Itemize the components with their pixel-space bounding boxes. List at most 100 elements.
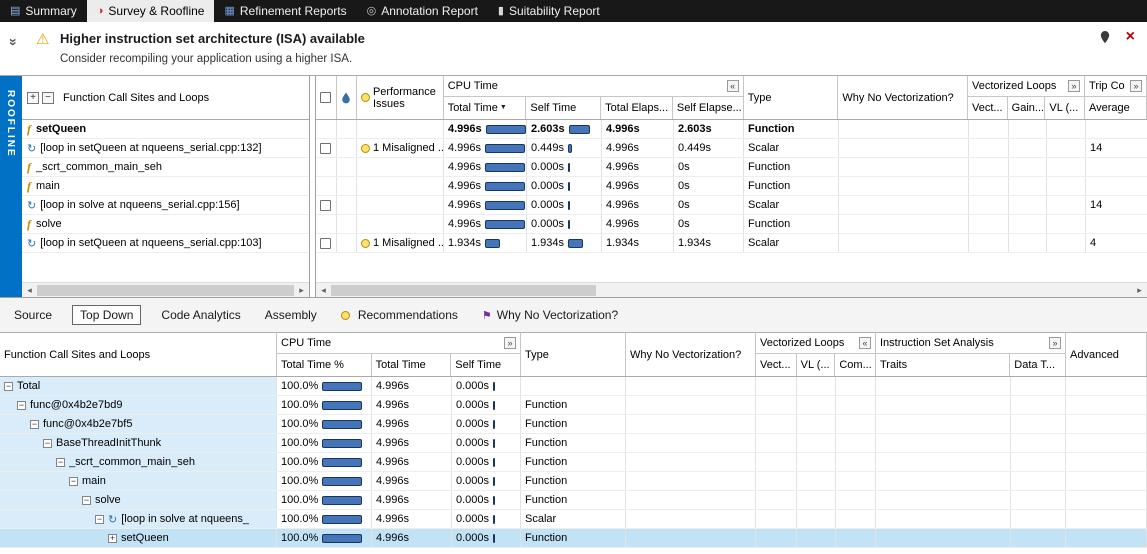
total-time-column-header[interactable]: Total Time	[372, 354, 452, 376]
gain-column-header[interactable]: Gain...	[1008, 97, 1046, 119]
instruction-set-analysis-group-header[interactable]: Instruction Set Analysis »	[876, 333, 1065, 354]
tree-expander[interactable]: −	[43, 439, 52, 448]
tab-top-down[interactable]: Top Down	[72, 305, 141, 325]
scroll-right-arrow[interactable]: ▸	[1132, 283, 1147, 297]
total-elapsed-column-header[interactable]: Total Elaps...	[601, 97, 673, 119]
tab-recommendations[interactable]: Recommendations	[337, 305, 462, 325]
tree-expander[interactable]: −	[30, 420, 39, 429]
cpu-time-group-header[interactable]: CPU Time »	[277, 333, 520, 354]
survey-data-row[interactable]: 4.996s0.000s4.996s0sScalar14	[316, 196, 1147, 215]
droplet-column-header[interactable]	[337, 76, 357, 119]
self-time-column-header[interactable]: Self Time	[451, 354, 520, 376]
topdown-row[interactable]: −func@0x4b2e7bf5100.0%4.996s0.000sFuncti…	[0, 415, 1147, 434]
survey-tree-row[interactable]: f_scrt_common_main_seh	[22, 158, 309, 177]
performance-issues-column-header[interactable]: Performance Issues	[357, 76, 444, 119]
collapse-columns-icon[interactable]: «	[859, 337, 871, 349]
survey-data-row[interactable]: 4.996s0.000s4.996s0sFunction	[316, 177, 1147, 196]
expand-columns-icon[interactable]: »	[1049, 337, 1061, 349]
survey-data-row[interactable]: 1 Misaligned ...1.934s1.934s1.934s1.934s…	[316, 234, 1147, 253]
expand-columns-icon[interactable]: »	[504, 337, 516, 349]
topdown-row[interactable]: −BaseThreadInitThunk100.0%4.996s0.000sFu…	[0, 434, 1147, 453]
tab-suitability-report[interactable]: ▮Suitability Report	[488, 0, 610, 22]
expand-columns-icon[interactable]: »	[1068, 80, 1080, 92]
topdown-tree-header[interactable]: Function Call Sites and Loops	[0, 333, 277, 376]
collapse-columns-icon[interactable]: «	[727, 80, 739, 92]
row-checkbox[interactable]	[320, 238, 331, 249]
survey-tree-row[interactable]: fsetQueen	[22, 120, 309, 139]
survey-tree-row[interactable]: fsolve	[22, 215, 309, 234]
tree-expander[interactable]: −	[17, 401, 26, 410]
trip-counts-group-header[interactable]: Trip Co »	[1085, 76, 1146, 97]
data-t-column-header[interactable]: Data T...	[1010, 354, 1065, 376]
total-time-pct-value: 100.0%	[281, 418, 318, 430]
roofline-tab[interactable]: ROOFLINE	[0, 76, 22, 297]
topdown-row[interactable]: −_scrt_common_main_seh100.0%4.996s0.000s…	[0, 453, 1147, 472]
traits-column-header[interactable]: Traits	[876, 354, 1010, 376]
tab-survey-roofline[interactable]: ◑Survey & Roofline	[87, 0, 215, 22]
row-checkbox[interactable]	[320, 143, 331, 154]
topdown-row[interactable]: −main100.0%4.996s0.000sFunction	[0, 472, 1147, 491]
close-icon[interactable]: ×	[1126, 28, 1135, 46]
vectorized-loops-group-header[interactable]: Vectorized Loops »	[968, 76, 1084, 97]
topdown-row[interactable]: −solve100.0%4.996s0.000sFunction	[0, 491, 1147, 510]
vl-column-header[interactable]: VL (...	[1045, 97, 1084, 119]
expand-columns-icon[interactable]: »	[1130, 80, 1142, 92]
vl-column-header[interactable]: VL (...	[797, 354, 836, 376]
vl-cell	[1047, 234, 1086, 252]
vectorized-loops-group-header[interactable]: Vectorized Loops «	[756, 333, 875, 354]
survey-tree-row[interactable]: fmain	[22, 177, 309, 196]
cpu-time-group-header[interactable]: CPU Time «	[444, 76, 743, 97]
type-column-header[interactable]: Type	[744, 76, 839, 119]
tab-annotation-report[interactable]: ◎Annotation Report	[357, 0, 488, 22]
self-elapsed-column-header[interactable]: Self Elapse...	[673, 97, 743, 119]
survey-tree-row[interactable]: ↻[loop in setQueen at nqueens_serial.cpp…	[22, 139, 309, 158]
self-time-column-header[interactable]: Self Time	[526, 97, 601, 119]
tree-expander[interactable]: −	[82, 496, 91, 505]
tree-expander[interactable]: −	[56, 458, 65, 467]
survey-data-row[interactable]: 4.996s2.603s4.996s2.603sFunction	[316, 120, 1147, 139]
collapse-all-button[interactable]: −	[42, 92, 54, 104]
survey-data-row[interactable]: 4.996s0.000s4.996s0sFunction	[316, 215, 1147, 234]
collapse-banner-chevron-icon[interactable]: »	[6, 38, 22, 46]
tab-summary[interactable]: ▤Summary	[0, 0, 87, 22]
total-time-column-header[interactable]: Total Time ▼	[444, 97, 527, 119]
total-time-pct-column-header[interactable]: Total Time %	[277, 354, 372, 376]
performance-issues-cell	[357, 196, 444, 214]
tree-horizontal-scrollbar[interactable]: ◂ ▸	[22, 282, 309, 297]
scroll-left-arrow[interactable]: ◂	[22, 283, 37, 298]
tab-why-no-vectorization[interactable]: ⚑Why No Vectorization?	[478, 305, 622, 325]
type-column-header[interactable]: Type	[521, 333, 626, 376]
expand-all-button[interactable]: +	[27, 92, 39, 104]
vect-column-header[interactable]: Vect...	[756, 354, 797, 376]
pin-icon[interactable]	[1099, 30, 1111, 44]
survey-data-row[interactable]: 1 Misaligned ...4.996s0.449s4.996s0.449s…	[316, 139, 1147, 158]
survey-tree-row[interactable]: ↻[loop in setQueen at nqueens_serial.cpp…	[22, 234, 309, 253]
tab-code-analytics[interactable]: Code Analytics	[157, 305, 244, 325]
scroll-right-arrow[interactable]: ▸	[294, 283, 309, 298]
topdown-row[interactable]: −↻[loop in solve at nqueens_100.0%4.996s…	[0, 510, 1147, 529]
survey-data-row[interactable]: 4.996s0.000s4.996s0sFunction	[316, 158, 1147, 177]
vect-column-header[interactable]: Vect...	[968, 97, 1008, 119]
scroll-left-arrow[interactable]: ◂	[316, 283, 331, 297]
why-no-vectorization-column-header[interactable]: Why No Vectorization?	[626, 333, 756, 376]
tree-expander[interactable]: +	[108, 534, 117, 543]
row-checkbox[interactable]	[320, 200, 331, 211]
topdown-row[interactable]: −func@0x4b2e7bd9100.0%4.996s0.000sFuncti…	[0, 396, 1147, 415]
com-column-header[interactable]: Com...	[835, 354, 875, 376]
topdown-row[interactable]: +setQueen100.0%4.996s0.000sFunction	[0, 529, 1147, 548]
why-no-vectorization-column-header[interactable]: Why No Vectorization?	[838, 76, 968, 119]
advanced-column-header[interactable]: Advanced	[1066, 333, 1147, 376]
topdown-row[interactable]: −Total100.0%4.996s0.000s	[0, 377, 1147, 396]
tree-expander[interactable]: −	[69, 477, 78, 486]
tree-expander[interactable]: −	[95, 515, 104, 524]
tree-expander[interactable]: −	[4, 382, 13, 391]
average-column-header[interactable]: Average	[1085, 97, 1146, 119]
scroll-thumb[interactable]	[37, 285, 294, 296]
data-horizontal-scrollbar[interactable]: ◂ ▸	[316, 282, 1147, 297]
tab-refinement-reports[interactable]: ▦Refinement Reports	[214, 0, 356, 22]
survey-tree-row[interactable]: ↻[loop in solve at nqueens_serial.cpp:15…	[22, 196, 309, 215]
scroll-thumb[interactable]	[331, 285, 596, 296]
tab-source[interactable]: Source	[10, 305, 56, 325]
checkbox-column-header[interactable]	[316, 76, 337, 119]
tab-assembly[interactable]: Assembly	[261, 305, 321, 325]
